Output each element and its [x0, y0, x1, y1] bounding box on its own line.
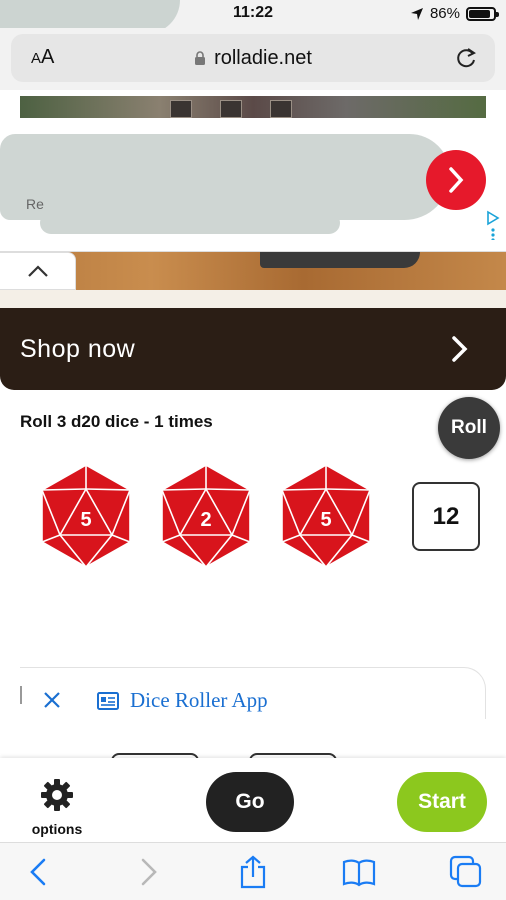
options-label: options [31, 821, 83, 837]
roll-total: 12 [412, 482, 480, 551]
redaction-smudge [0, 134, 450, 220]
die-value: 5 [80, 509, 92, 531]
battery-icon [466, 6, 499, 21]
options-button[interactable]: options [24, 778, 90, 837]
share-icon[interactable] [236, 855, 270, 889]
die-value: 5 [320, 509, 332, 531]
app-banner-label[interactable]: Dice Roller App [130, 688, 268, 713]
url-text: rolladie.net [214, 47, 312, 69]
start-button[interactable]: Start [397, 772, 487, 832]
ad-image-window [170, 100, 192, 118]
url-display[interactable]: rolladie.net [11, 47, 495, 70]
ad-next-button[interactable] [426, 150, 486, 210]
tabs-icon[interactable] [449, 855, 483, 889]
ad-banner[interactable]: Re [0, 96, 506, 252]
reload-icon[interactable] [453, 45, 479, 71]
app-card-icon [97, 692, 119, 710]
app-banner-edge [20, 686, 22, 704]
ad-image-window [270, 100, 292, 118]
chevron-up-icon [27, 265, 48, 277]
die-value: 2 [200, 509, 212, 531]
collapse-ad-button[interactable] [0, 252, 76, 290]
shop-now-banner[interactable]: Shop now [0, 308, 506, 390]
location-arrow-icon [410, 7, 423, 20]
status-right: 86% [410, 5, 499, 22]
die-2[interactable]: 2 [160, 463, 252, 569]
chevron-right-icon [452, 336, 468, 362]
address-bar-container: AA rolladie.net [0, 28, 506, 90]
chevron-right-icon [449, 167, 464, 193]
bookmarks-icon[interactable] [342, 855, 376, 889]
ad-image-window [220, 100, 242, 118]
status-bar: 11:22 86% [0, 0, 506, 34]
battery-fill [469, 9, 490, 18]
gear-icon [41, 779, 73, 811]
shop-now-label: Shop now [20, 335, 136, 363]
ad-choices-icon[interactable] [486, 210, 500, 240]
roll-button[interactable]: Roll [438, 397, 500, 459]
ad-image-strip [20, 96, 486, 118]
lock-icon [195, 51, 206, 65]
ad-floor-strip [0, 290, 506, 308]
die-1[interactable]: 5 [40, 463, 132, 569]
redaction-smudge [40, 212, 340, 234]
go-button[interactable]: Go [206, 772, 294, 832]
close-icon[interactable] [42, 690, 62, 710]
ad-ref-text: Re [26, 196, 44, 212]
browser-nav-bar [0, 842, 506, 900]
roll-title: Roll 3 d20 dice - 1 times [20, 412, 213, 431]
battery-percent: 86% [429, 5, 460, 22]
ad-floor-object [260, 252, 420, 268]
address-bar[interactable]: AA rolladie.net [11, 34, 495, 82]
die-3[interactable]: 5 [280, 463, 372, 569]
forward-icon[interactable] [131, 855, 165, 889]
back-icon[interactable] [22, 855, 56, 889]
